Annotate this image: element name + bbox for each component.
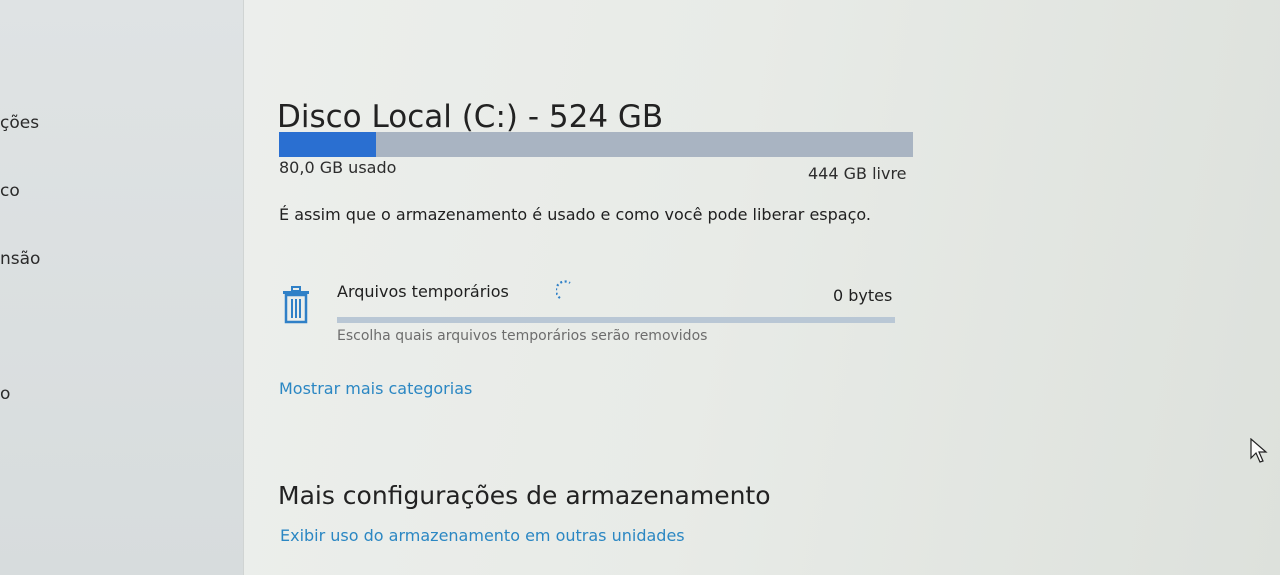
disk-used-label: 80,0 GB usado: [279, 158, 397, 177]
disk-usage-bar: [279, 132, 913, 157]
category-usage-bar: [337, 317, 895, 323]
category-subtitle: Escolha quais arquivos temporários serão…: [337, 328, 708, 344]
category-temporary-files[interactable]: Arquivos temporários 0 bytes Escolha qua…: [276, 280, 901, 350]
settings-window: ções co nsão o Disco Local (C:) - 524 GB…: [0, 0, 1280, 575]
sidebar-item-2[interactable]: co: [0, 181, 20, 201]
disk-usage-fill: [279, 132, 376, 157]
category-size: 0 bytes: [833, 286, 893, 305]
disk-title: Disco Local (C:) - 524 GB: [277, 98, 664, 135]
mouse-cursor-icon: [1250, 438, 1268, 463]
sidebar: ções co nsão o: [0, 0, 244, 575]
storage-main-panel: Disco Local (C:) - 524 GB 80,0 GB usado …: [244, 0, 1280, 575]
trash-icon: [283, 286, 309, 324]
sidebar-item-4[interactable]: o: [0, 384, 10, 404]
storage-description: É assim que o armazenamento é usado e co…: [279, 205, 871, 224]
disk-free-label: 444 GB livre: [808, 164, 907, 183]
loading-spinner-icon: [556, 280, 571, 299]
show-more-categories-link[interactable]: Mostrar mais categorias: [279, 379, 472, 398]
sidebar-item-3[interactable]: nsão: [0, 249, 40, 269]
view-other-drives-link[interactable]: Exibir uso do armazenamento em outras un…: [280, 526, 685, 545]
sidebar-item-1[interactable]: ções: [0, 113, 39, 133]
more-storage-settings-title: Mais configurações de armazenamento: [278, 480, 771, 510]
category-name: Arquivos temporários: [337, 282, 509, 301]
